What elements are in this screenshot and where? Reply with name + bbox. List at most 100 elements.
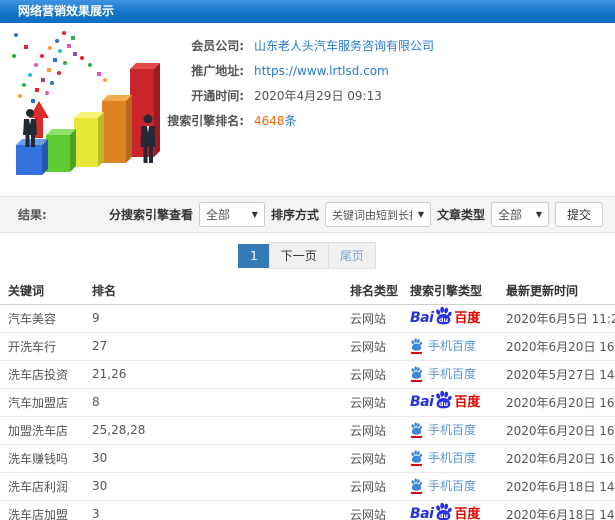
baidu-logo: Bai du 百度 <box>410 390 480 413</box>
keyword-cell: 汽车美容 <box>0 304 90 333</box>
rank-type-cell: 云网站 <box>348 472 408 501</box>
info-field-link[interactable]: https://www.lrtlsd.com <box>254 64 389 78</box>
table-row: 洗车店加盟3云网站Baidu百度 2020年6月18日 14:30 <box>0 500 615 520</box>
keyword-cell: 汽车加盟店 <box>0 388 90 417</box>
baidu-paw-icon <box>411 338 423 351</box>
info-field-member-company: 会员公司: 山东老人头汽车服务咨询有限公司 <box>152 33 434 58</box>
page-title: 网络营销效果展示 <box>18 4 115 18</box>
info-field-engine-rank-count: 搜索引擎排名: 4648 条 <box>152 108 434 133</box>
baidu-paw-icon: du <box>436 390 453 408</box>
results-table: 关键词 排名 排名类型 搜索引擎类型 最新更新时间 汽车美容 9 云网站 Bai du 百… <box>0 278 615 520</box>
table-row: 开洗车行27云网站手机百度 2020年6月20日 16:16 <box>0 332 615 361</box>
rank-type-cell: 云网站 <box>348 388 408 417</box>
baidu-paw-icon <box>411 450 423 463</box>
filter-bar: 结果: 分搜索引擎查看 全部 ▼ 排序方式 关键词由短到长排序 ▼ 文章类型 全… <box>0 196 615 233</box>
col-rank: 排名 <box>90 278 348 305</box>
mobile-baidu-logo: 手机百度 <box>410 338 476 354</box>
engine-cell: Bai du 百度 <box>408 304 504 333</box>
rank-cell[interactable]: 9 <box>90 304 348 333</box>
engine-cell: 手机百度 <box>408 360 504 389</box>
keyword-cell: 洗车店利润 <box>0 472 90 501</box>
sort-filter-label: 排序方式 <box>270 208 319 222</box>
info-field-promo-url: 推广地址: https://www.lrtlsd.com <box>152 58 434 83</box>
chevron-down-icon: ▼ <box>417 210 424 219</box>
info-fields: 会员公司: 山东老人头汽车服务咨询有限公司推广地址: https://www.lrt… <box>152 33 434 133</box>
rank-cell[interactable]: 8 <box>90 388 348 417</box>
page-last[interactable]: 尾页 <box>327 242 376 269</box>
rank-type-cell: 云网站 <box>348 416 408 445</box>
article-type-select[interactable]: 全部 ▼ <box>490 202 549 227</box>
baidu-paw-icon <box>411 422 423 435</box>
engine-cell: 手机百度 <box>408 416 504 445</box>
bar-orange <box>102 95 132 163</box>
updated-time-cell: 2020年6月20日 16:16 <box>504 332 615 361</box>
keyword-cell: 洗车店加盟 <box>0 500 90 520</box>
baidu-logo: Bai du 百度 <box>410 502 480 520</box>
keyword-cell: 洗车赚钱吗 <box>0 444 90 473</box>
rank-cell[interactable]: 21,26 <box>90 360 348 389</box>
info-field-link[interactable]: 山东老人头汽车服务咨询有限公司 <box>254 37 434 54</box>
bar-chart-illustration <box>12 31 160 175</box>
rank-type-cell: 云网站 <box>348 360 408 389</box>
confetti-dots <box>12 31 107 103</box>
results-table-body: 汽车美容 9 云网站 Bai du 百度 2020年6月5日 11:24 开洗车行 27 云网站手… <box>0 304 615 520</box>
bar-green <box>46 129 76 172</box>
rank-type-cell: 云网站 <box>348 332 408 361</box>
rank-type-cell: 云网站 <box>348 304 408 333</box>
info-field-label: 搜索引擎排名: <box>167 114 244 128</box>
info-field-open-time: 开通时间: 2020年4月29日 09:13 <box>152 83 434 108</box>
table-header-row: 关键词 排名 排名类型 搜索引擎类型 最新更新时间 <box>0 278 615 305</box>
chevron-down-icon: ▼ <box>535 210 542 219</box>
info-section: 会员公司: 山东老人头汽车服务咨询有限公司推广地址: https://www.lrt… <box>0 23 615 196</box>
engine-cell: Bai du 百度 <box>408 388 504 417</box>
mobile-baidu-logo: 手机百度 <box>410 422 476 438</box>
info-field-label: 开通时间: <box>191 89 244 103</box>
mobile-baidu-logo: 手机百度 <box>410 450 476 466</box>
updated-time-cell: 2020年5月27日 14:58 <box>504 360 615 389</box>
info-field-label: 会员公司: <box>191 39 244 53</box>
col-rank-type: 排名类型 <box>348 278 408 305</box>
page-next[interactable]: 下一页 <box>268 242 329 269</box>
updated-time-cell: 2020年6月18日 14:27 <box>504 472 615 501</box>
page-current[interactable]: 1 <box>238 243 270 268</box>
engine-cell: 手机百度 <box>408 444 504 473</box>
table-row: 汽车美容 9 云网站 Bai du 百度 2020年6月5日 11:24 <box>0 304 615 333</box>
engine-filter-label: 分搜索引擎查看 <box>108 208 193 222</box>
updated-time-cell: 2020年6月20日 16:12 <box>504 388 615 417</box>
rank-cell[interactable]: 25,28,28 <box>90 416 348 445</box>
keyword-cell: 加盟洗车店 <box>0 416 90 445</box>
rank-cell[interactable]: 3 <box>90 500 348 520</box>
info-field-suffix: 条 <box>284 114 297 128</box>
engine-cell: 手机百度 <box>408 332 504 361</box>
rank-cell[interactable]: 30 <box>90 444 348 473</box>
rank-type-cell: 云网站 <box>348 500 408 520</box>
updated-time-cell: 2020年6月20日 16:11 <box>504 416 615 445</box>
info-field-value: 4648 <box>254 113 285 128</box>
rank-cell[interactable]: 27 <box>90 332 348 361</box>
sort-order-select[interactable]: 关键词由短到长排序 ▼ <box>324 202 431 227</box>
svg-text:du: du <box>439 399 449 407</box>
col-keyword: 关键词 <box>0 278 90 305</box>
table-row: 洗车赚钱吗30云网站手机百度 2020年6月20日 16:12 <box>0 444 615 473</box>
baidu-paw-icon: du <box>436 502 453 520</box>
info-field-value: 2020年4月29日 09:13 <box>254 89 382 103</box>
submit-button[interactable]: 提交 <box>554 202 603 227</box>
chevron-down-icon: ▼ <box>251 210 258 219</box>
baidu-paw-icon <box>411 366 423 379</box>
bar-yellow <box>74 112 104 167</box>
pagination: 1 下一页 尾页 <box>0 233 615 278</box>
app-window: 网络营销效果展示 会员公司: 山东老人头汽车服务咨询有限公司 推广地址: htt… <box>0 0 615 520</box>
page-title-bar: 网络营销效果展示 <box>0 0 615 23</box>
mobile-baidu-logo: 手机百度 <box>410 478 476 494</box>
result-label: 结果: <box>18 208 47 222</box>
updated-time-cell: 2020年6月20日 16:12 <box>504 444 615 473</box>
engine-cell: Bai du 百度 <box>408 500 504 520</box>
baidu-logo: Bai du 百度 <box>410 306 480 329</box>
rank-type-cell: 云网站 <box>348 444 408 473</box>
rank-cell[interactable]: 30 <box>90 472 348 501</box>
mobile-baidu-logo: 手机百度 <box>410 366 476 382</box>
updated-time-cell: 2020年6月18日 14:30 <box>504 500 615 520</box>
baidu-paw-icon <box>411 478 423 491</box>
table-row: 汽车加盟店8云网站Baidu百度 2020年6月20日 16:12 <box>0 388 615 417</box>
engine-filter-select[interactable]: 全部 ▼ <box>198 202 265 227</box>
